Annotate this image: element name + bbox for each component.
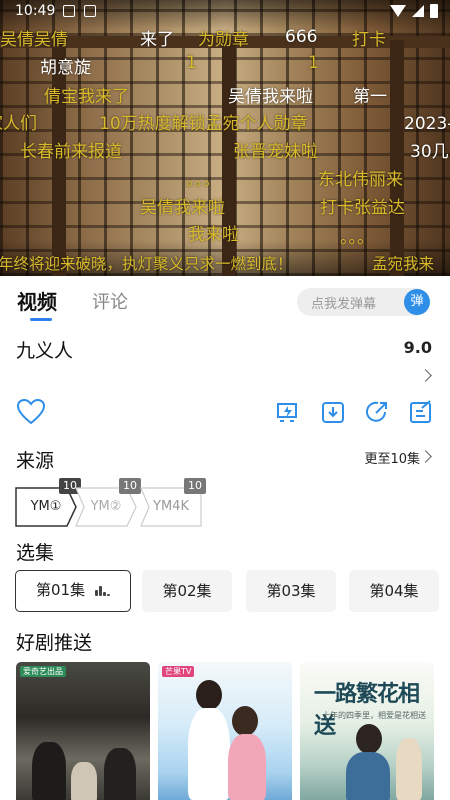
danmaku: 东北伟丽来 bbox=[318, 170, 403, 190]
source-item[interactable]: YM① 10 bbox=[15, 478, 81, 527]
playing-indicator-icon bbox=[95, 586, 113, 596]
danmu-input[interactable]: 点我发弹幕 弹 bbox=[297, 288, 430, 316]
danmaku: 为勋章 bbox=[198, 30, 249, 50]
chevron-right-icon[interactable] bbox=[419, 369, 432, 382]
episodes-heading: 选集 bbox=[16, 542, 55, 564]
show-score: 9.0 bbox=[403, 338, 432, 357]
episode-item[interactable]: 第04集 bbox=[349, 570, 439, 612]
danmaku: 长春前来报道 bbox=[20, 142, 122, 162]
tab-indicator bbox=[30, 318, 52, 321]
source-heading: 来源 bbox=[16, 450, 55, 472]
danmaku: 家人们 bbox=[0, 114, 37, 134]
danmaku: 张晋宠妹啦 bbox=[233, 142, 318, 162]
download-icon[interactable] bbox=[320, 399, 346, 425]
episode-item[interactable]: 第02集 bbox=[142, 570, 232, 612]
danmaku: 10万热度解锁孟宛个人勋章 bbox=[99, 114, 308, 134]
danmaku: 孟宛我来 bbox=[372, 255, 435, 273]
source-item[interactable]: YM4K 10 bbox=[140, 478, 206, 527]
image-notification-icon bbox=[63, 5, 75, 17]
recommend-poster[interactable]: 芒果TV bbox=[158, 662, 292, 800]
poster-figure bbox=[32, 742, 66, 800]
poster-figure bbox=[196, 680, 222, 710]
source-badge: 10 bbox=[184, 478, 206, 494]
danmaku: 吴倩吴倩 bbox=[0, 30, 68, 50]
poster-figure bbox=[356, 724, 382, 754]
episode-label: 第02集 bbox=[162, 582, 212, 600]
wifi-icon bbox=[390, 5, 406, 17]
status-icons bbox=[390, 4, 438, 18]
recommend-heading: 好剧推送 bbox=[16, 632, 93, 654]
door-frame bbox=[390, 40, 404, 276]
edit-note-icon[interactable] bbox=[408, 399, 434, 425]
more-episodes-link[interactable]: 更至10集 bbox=[364, 448, 420, 467]
episode-label: 第01集 bbox=[36, 581, 86, 599]
source-badge: 10 bbox=[119, 478, 141, 494]
status-bar: 10:49 bbox=[0, 0, 450, 24]
tab-comment[interactable]: 评论 bbox=[92, 288, 128, 314]
poster-figure bbox=[71, 762, 97, 800]
poster-figure bbox=[396, 738, 422, 800]
episode-item[interactable]: 第01集 bbox=[15, 570, 131, 612]
action-bar bbox=[0, 396, 450, 432]
poster-figure bbox=[188, 708, 230, 800]
danmaku: 1 bbox=[308, 53, 319, 73]
poster-badge: 芒果TV bbox=[162, 666, 195, 677]
poster-figure bbox=[346, 752, 390, 800]
danmaku: 打卡 bbox=[352, 30, 386, 50]
episode-item[interactable]: 第03集 bbox=[246, 570, 336, 612]
poster-figure bbox=[104, 748, 136, 800]
danmaku: 吴倩我来啦 bbox=[140, 198, 225, 218]
danmaku: 2023- bbox=[404, 114, 450, 134]
danmaku: 。。。 bbox=[340, 228, 374, 248]
danmaku: 1 bbox=[186, 53, 197, 73]
projection-icon[interactable] bbox=[274, 399, 300, 425]
episode-label: 第03集 bbox=[266, 582, 316, 600]
tab-video[interactable]: 视频 bbox=[17, 286, 57, 315]
text-notification-icon bbox=[84, 5, 96, 17]
favorite-heart-icon[interactable] bbox=[16, 398, 46, 426]
danmaku: 30几 bbox=[410, 142, 449, 162]
danmaku: 倩宝我来了 bbox=[44, 87, 129, 107]
signal-icon bbox=[412, 5, 424, 17]
share-icon[interactable] bbox=[364, 399, 390, 425]
chevron-right-icon[interactable] bbox=[419, 450, 432, 463]
danmu-send-button[interactable]: 弹 bbox=[404, 289, 430, 315]
poster-subtitle: 十年的四季里，相爱是花相送 bbox=[322, 711, 426, 720]
show-title: 九义人 bbox=[16, 340, 74, 362]
danmaku: 吴倩我来啦 bbox=[228, 87, 313, 107]
recommend-poster[interactable]: 一路繁花相送 十年的四季里，相爱是花相送 bbox=[300, 662, 434, 800]
source-item[interactable]: YM② 10 bbox=[75, 478, 141, 527]
danmaku: 来了 bbox=[140, 30, 174, 50]
danmaku: 我来啦 bbox=[188, 225, 239, 245]
danmaku: 年终将迎来破晓，执灯聚义只求一燃到底！ bbox=[0, 255, 293, 273]
danmaku: 第一 bbox=[353, 87, 387, 107]
danmaku: 胡意旋 bbox=[40, 58, 91, 78]
status-time: 10:49 bbox=[15, 3, 56, 19]
app-root: { "status": {"time": "10:49"}, "danmaku"… bbox=[0, 0, 450, 800]
poster-badge: 爱奇艺出品 bbox=[20, 666, 66, 677]
battery-icon bbox=[430, 4, 438, 18]
danmu-placeholder: 点我发弹幕 bbox=[311, 297, 377, 312]
danmaku: 。。。 bbox=[186, 170, 220, 190]
poster-figure bbox=[232, 706, 258, 736]
recommend-poster[interactable]: 爱奇艺出品 bbox=[16, 662, 150, 800]
danmaku: 打卡张益达 bbox=[320, 198, 405, 218]
video-player[interactable]: 吴倩吴倩 来了 为勋章 666 打卡 胡意旋 1 1 倩宝我来了 吴倩我来啦 第… bbox=[0, 0, 450, 276]
episode-label: 第04集 bbox=[369, 582, 419, 600]
poster-figure bbox=[228, 734, 266, 800]
danmaku: 666 bbox=[285, 27, 318, 47]
